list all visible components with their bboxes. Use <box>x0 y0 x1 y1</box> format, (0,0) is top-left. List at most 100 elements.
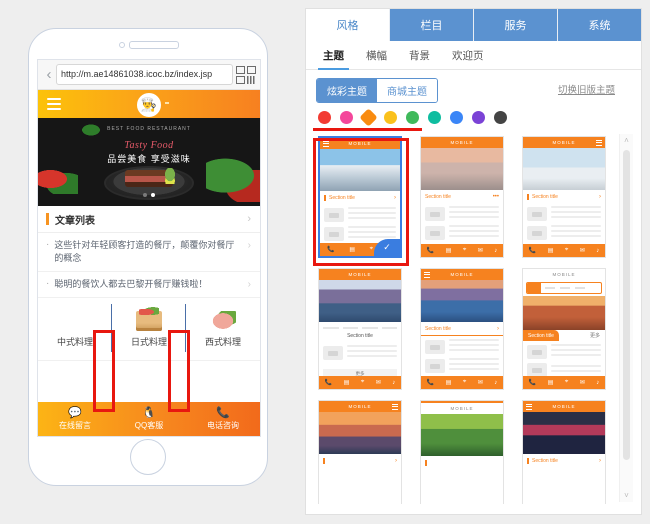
text-lines <box>449 225 499 240</box>
tab-system[interactable]: 系统 <box>558 9 641 41</box>
category-item-western[interactable]: 西式料理 <box>186 298 260 360</box>
template-tab-strip <box>319 322 401 329</box>
color-swatch-teal[interactable] <box>428 111 441 124</box>
browser-bar: ‹ http://m.ae14861038.icoc.bz/index.jsp <box>38 60 260 90</box>
list-item[interactable]: · 这些针对年轻顾客打造的餐厅，颠覆你对餐厅的概念 › <box>38 233 260 272</box>
template-section-title-row: Section title ••• <box>421 190 503 203</box>
tab-services[interactable]: 服务 <box>474 9 558 41</box>
phone-icon: 📞 <box>426 248 435 254</box>
form-icon: ▤ <box>445 380 452 386</box>
image-placeholder-icon <box>324 226 344 241</box>
tab-columns[interactable]: 栏目 <box>390 9 474 41</box>
article-title: 这些针对年轻顾客打造的餐厅，颠覆你对餐厅的概念 <box>54 240 235 263</box>
chevron-right-icon: › <box>599 193 601 200</box>
template-card-8[interactable]: MOBILE <box>420 400 504 504</box>
front-camera-icon <box>119 42 125 48</box>
hamburger-menu-icon[interactable] <box>47 98 61 113</box>
scroll-down-arrow[interactable]: ˅ <box>620 489 633 502</box>
image-placeholder-icon <box>425 225 445 240</box>
template-section-title: Section title <box>425 193 451 200</box>
home-button[interactable] <box>130 439 166 475</box>
template-footer-bar: 📞 ▤ ⌖ ✉ ♪ <box>319 376 401 389</box>
image-placeholder-icon <box>324 207 344 222</box>
category-item-japanese[interactable]: 日式料理 <box>112 298 186 360</box>
scroll-up-arrow[interactable]: ˄ <box>620 134 633 147</box>
tab-theme[interactable]: 主题 <box>312 41 355 70</box>
back-chevron-icon[interactable]: ‹ <box>42 66 56 83</box>
article-section-header[interactable]: 文章列表 › <box>38 206 260 233</box>
qr-code-icon[interactable] <box>236 65 256 84</box>
section-accent-bar <box>527 193 529 200</box>
chevron-right-icon[interactable]: › <box>248 240 251 251</box>
template-card-3[interactable]: MOBILE Section title › 📞 ▤ ⌖ ✉ ♪ <box>522 136 606 258</box>
template-card-2[interactable]: MOBILE Section title ••• 📞 ▤ ⌖ ✉ ♪ <box>420 136 504 258</box>
color-swatch-pink[interactable] <box>340 111 353 124</box>
template-header: MOBILE <box>421 401 503 414</box>
phone-icon: 📞 <box>327 247 335 253</box>
template-scroll-area: MOBILE Section title › 📞 ▤ ⌖ ✓ MOBILE Se… <box>312 132 635 504</box>
bottom-bar-label: 在线留言 <box>59 421 91 430</box>
template-content-rows <box>421 203 503 247</box>
color-swatch-gray[interactable] <box>494 111 507 124</box>
section-accent-bar <box>324 194 326 201</box>
template-card-5[interactable]: MOBILE Section title › 📞 ▤ ⌖ ✉ ♪ <box>420 268 504 390</box>
color-swatch-green[interactable] <box>406 111 419 124</box>
color-swatch-blue[interactable] <box>450 111 463 124</box>
banner-dot-2[interactable] <box>151 193 155 197</box>
color-swatch-red[interactable] <box>318 111 331 124</box>
template-card-4[interactable]: MOBILE Section title 更多 📞 ▤ ⌖ ✉ ♪ <box>318 268 402 390</box>
switch-old-theme-link[interactable]: 切换旧版主题 <box>558 82 615 96</box>
color-swatch-orange[interactable] <box>359 108 378 127</box>
banner-dot-1[interactable] <box>143 193 147 197</box>
banner-title: 品尝美食 享受滋味 <box>107 154 191 164</box>
chevron-right-icon: › <box>394 194 396 201</box>
color-swatch-yellow[interactable] <box>384 111 397 124</box>
template-header: MOBILE <box>319 269 401 280</box>
tab-background[interactable]: 背景 <box>398 41 441 69</box>
url-input[interactable]: http://m.ae14861038.icoc.bz/index.jsp <box>56 64 233 85</box>
list-item[interactable]: · 聪明的餐饮人都去巴黎开餐厅赚钱啦！ › <box>38 272 260 298</box>
bell-icon: ♪ <box>596 379 600 386</box>
image-placeholder-icon <box>527 206 547 221</box>
banner-pagination-dots[interactable] <box>38 184 260 202</box>
text-lines <box>449 339 499 354</box>
template-row <box>425 339 499 354</box>
category-item-chinese[interactable]: 中式料理 <box>38 298 112 360</box>
page-title: 文章列表 <box>55 215 95 227</box>
bottom-bar-item-qq[interactable]: 🐧 QQ客服 <box>112 402 186 436</box>
chevron-right-icon[interactable]: › <box>247 213 251 225</box>
template-section-title: Section title <box>347 332 373 339</box>
site-logo[interactable]: 👨‍🍳 <box>137 93 161 117</box>
tab-style[interactable]: 风格 <box>306 9 390 41</box>
colorful-theme-button[interactable]: 炫彩主题 <box>317 79 377 102</box>
chevron-right-icon[interactable]: › <box>248 279 251 290</box>
article-title: 聪明的餐饮人都去巴黎开餐厅赚钱啦！ <box>54 279 208 289</box>
template-header: MOBILE <box>421 269 503 280</box>
template-card-7[interactable]: MOBILE › <box>318 400 402 504</box>
template-header-label: MOBILE <box>552 272 576 277</box>
location-icon: ⌖ <box>462 379 467 385</box>
template-footer-bar: 📞 ▤ ⌖ ✉ ♪ <box>421 244 503 257</box>
bell-icon: ♪ <box>494 379 498 386</box>
tab-welcome-page[interactable]: 欢迎页 <box>441 41 495 69</box>
template-scrollbar[interactable]: ˄ ˅ <box>619 134 633 502</box>
template-card-1[interactable]: MOBILE Section title › 📞 ▤ ⌖ ✓ <box>318 136 402 258</box>
bottom-bar-item-message[interactable]: 💬 在线留言 <box>38 402 112 436</box>
tab-banner[interactable]: 横幅 <box>355 41 398 69</box>
image-placeholder-icon <box>425 206 445 221</box>
template-card-9[interactable]: MOBILE Section title › <box>522 400 606 504</box>
hero-banner[interactable]: BEST FOOD RESTAURANT Tasty Food 品尝美食 享受滋… <box>38 118 260 206</box>
image-placeholder-icon <box>527 225 547 240</box>
template-hero-image <box>421 414 503 456</box>
scrollbar-thumb[interactable] <box>623 150 630 460</box>
mail-icon: ✉ <box>375 380 381 386</box>
template-hero-image <box>421 280 503 322</box>
bottom-bar-item-phone[interactable]: 📞 电话咨询 <box>186 402 260 436</box>
template-section-title-row: › <box>319 454 401 467</box>
mall-theme-button[interactable]: 商城主题 <box>377 79 437 102</box>
template-section-title-row: Section title › <box>523 454 605 467</box>
color-swatch-purple[interactable] <box>472 111 485 124</box>
phone-icon: 📞 <box>528 380 537 386</box>
western-dish-image <box>210 310 236 331</box>
template-card-6[interactable]: MOBILE Section title 更多 📞 ▤ ⌖ ✉ ♪ <box>522 268 606 390</box>
